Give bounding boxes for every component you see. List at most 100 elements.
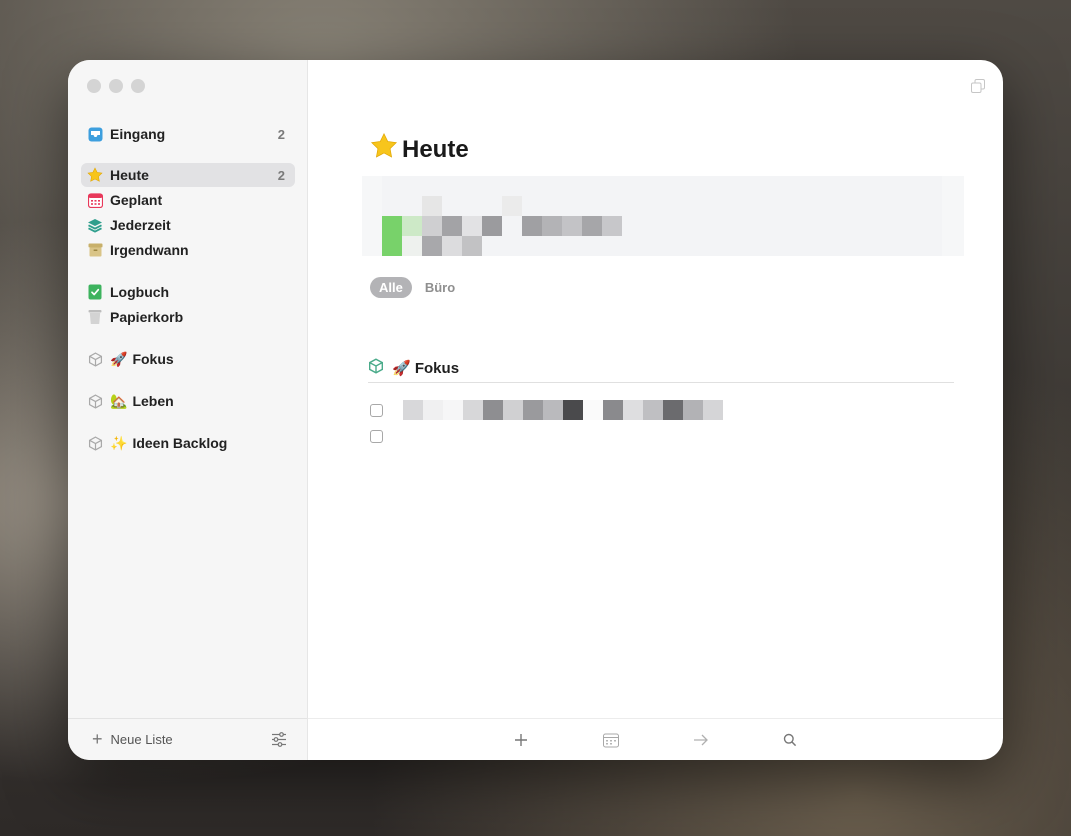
tag-office[interactable]: Büro	[425, 280, 455, 295]
trash-icon	[87, 309, 103, 325]
sidebar-item-label: Fokus	[132, 351, 174, 367]
sidebar-item-anytime[interactable]: Jederzeit	[81, 213, 295, 237]
rocket-icon: 🚀	[392, 360, 411, 377]
bottom-toolbar	[308, 718, 1003, 760]
redacted-pixel	[643, 400, 663, 420]
area-cube-icon	[87, 351, 103, 367]
calendar-icon[interactable]	[602, 731, 620, 749]
main-content: Heute Alle Büro 🚀 Fokus	[308, 60, 1003, 760]
move-arrow-icon[interactable]	[692, 731, 710, 749]
app-window: Eingang 2 Heute 2 Geplant Jederzeit Irge…	[68, 60, 1003, 760]
redacted-pixel	[403, 400, 423, 420]
plus-icon: +	[92, 729, 103, 749]
sparkles-icon: ✨	[110, 434, 128, 451]
redacted-pixel	[382, 236, 402, 256]
redacted-pixel	[603, 400, 623, 420]
sidebar-item-upcoming[interactable]: Geplant	[81, 188, 295, 212]
page-title-text: Heute	[402, 135, 469, 163]
sidebar-item-label: Eingang	[110, 126, 166, 142]
sidebar-item-count: 2	[277, 126, 285, 142]
redacted-pixel	[563, 400, 583, 420]
redacted-pixel	[663, 400, 683, 420]
sidebar-item-someday[interactable]: Irgendwann	[81, 238, 295, 262]
redacted-pixel	[483, 400, 503, 420]
tag-all[interactable]: Alle	[370, 277, 412, 298]
new-list-button[interactable]: + Neue Liste	[92, 729, 173, 750]
redacted-pixel	[582, 216, 602, 236]
task-checkbox[interactable]	[370, 430, 383, 443]
layers-icon	[87, 217, 103, 233]
sidebar-footer: + Neue Liste	[68, 718, 307, 760]
redacted-pixel	[523, 400, 543, 420]
area-cube-icon	[368, 357, 384, 379]
window-controls	[87, 79, 145, 93]
section-title[interactable]: 🚀 Fokus	[392, 359, 459, 377]
redacted-pixel	[703, 400, 723, 420]
redacted-pixel	[683, 400, 703, 420]
sidebar-item-count: 2	[277, 167, 285, 183]
duplicate-window-icon[interactable]	[971, 79, 985, 98]
star-icon	[87, 167, 103, 183]
archive-box-icon	[87, 242, 103, 258]
search-icon[interactable]	[781, 731, 799, 749]
house-icon: 🏡	[110, 392, 128, 409]
sidebar-area-leben[interactable]: 🏡 Leben	[81, 389, 295, 413]
redacted-pixel	[583, 400, 603, 420]
tag-filter: Alle Büro	[370, 277, 455, 298]
new-list-label: Neue Liste	[110, 732, 173, 747]
redacted-pixel	[443, 400, 463, 420]
redacted-pixel	[422, 216, 442, 236]
sidebar: Eingang 2 Heute 2 Geplant Jederzeit Irge…	[68, 60, 308, 760]
sidebar-item-label: Ideen Backlog	[132, 435, 228, 451]
page-title: Heute	[370, 132, 469, 167]
task-row[interactable]	[370, 400, 723, 420]
add-todo-button[interactable]	[512, 731, 530, 749]
area-cube-icon	[87, 393, 103, 409]
redacted-pixel	[422, 196, 442, 216]
area-cube-icon	[87, 435, 103, 451]
zoom-window-button[interactable]	[131, 79, 145, 93]
star-icon	[370, 132, 398, 167]
redacted-pixel	[402, 236, 422, 256]
sidebar-area-fokus[interactable]: 🚀 Fokus	[81, 347, 295, 371]
redacted-pixel	[462, 236, 482, 256]
redacted-pixel	[463, 400, 483, 420]
redacted-pixel	[462, 216, 482, 236]
redacted-pixel	[602, 216, 622, 236]
redacted-pixel	[543, 400, 563, 420]
sidebar-item-label: Irgendwann	[110, 242, 189, 258]
sidebar-item-trash[interactable]: Papierkorb	[81, 305, 295, 329]
redacted-pixel	[502, 196, 522, 216]
redacted-pixel	[442, 216, 462, 236]
sidebar-item-inbox[interactable]: Eingang 2	[81, 122, 295, 146]
sidebar-item-logbook[interactable]: Logbuch	[81, 280, 295, 304]
logbook-icon	[87, 284, 103, 300]
sidebar-item-label: Logbuch	[110, 284, 170, 300]
sidebar-item-label: Heute	[110, 167, 149, 183]
task-row[interactable]	[370, 430, 383, 443]
sidebar-item-label: Papierkorb	[110, 309, 184, 325]
close-window-button[interactable]	[87, 79, 101, 93]
task-checkbox[interactable]	[370, 403, 383, 417]
redacted-notes	[362, 176, 964, 256]
redacted-pixel	[442, 236, 462, 256]
sliders-icon[interactable]	[271, 732, 287, 752]
redacted-pixel	[542, 216, 562, 236]
redacted-task-title	[403, 400, 723, 420]
redacted-pixel	[503, 400, 523, 420]
rocket-icon: 🚀	[110, 350, 128, 367]
section-title-text: Fokus	[414, 360, 460, 377]
sidebar-area-ideen-backlog[interactable]: ✨ Ideen Backlog	[81, 431, 295, 455]
redacted-pixel	[402, 216, 422, 236]
redacted-pixel	[562, 216, 582, 236]
minimize-window-button[interactable]	[109, 79, 123, 93]
redacted-pixel	[382, 216, 402, 236]
sidebar-item-label: Jederzeit	[110, 217, 171, 233]
sidebar-item-today[interactable]: Heute 2	[81, 163, 295, 187]
redacted-pixel	[422, 236, 442, 256]
redacted-pixel	[482, 216, 502, 236]
section-header-fokus: 🚀 Fokus	[368, 354, 954, 383]
redacted-pixel	[522, 216, 542, 236]
redacted-pixel	[623, 400, 643, 420]
sidebar-item-label: Geplant	[110, 192, 163, 208]
